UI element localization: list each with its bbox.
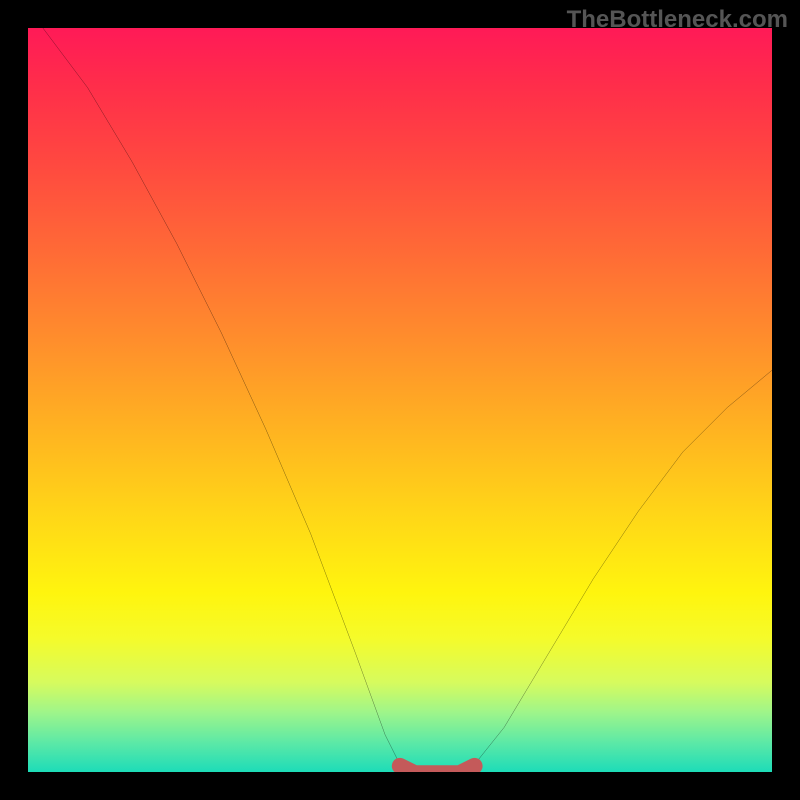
plot-area: [28, 28, 772, 772]
curve-svg: [28, 28, 772, 772]
chart-container: TheBottleneck.com: [0, 0, 800, 800]
bottleneck-curve-path: [43, 28, 772, 772]
watermark-text: TheBottleneck.com: [567, 6, 788, 34]
plot-inner: [28, 28, 772, 772]
optimal-zone-path: [400, 766, 474, 772]
